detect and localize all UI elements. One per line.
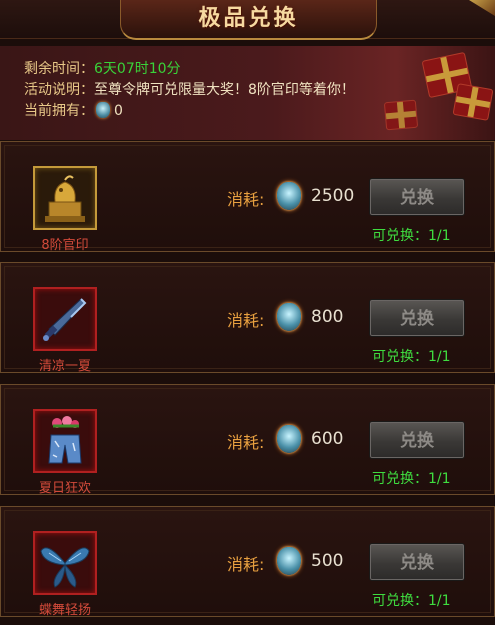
exchange-row: 夏日狂欢 消耗: 600 兑换 可兑换：1/1 xyxy=(0,384,495,496)
remaining-time-line: 剩余时间：6天07时10分 xyxy=(24,58,181,78)
consume-label: 消耗: xyxy=(227,555,265,574)
sword-icon xyxy=(33,287,97,351)
available-count: 可兑换：1/1 xyxy=(372,349,451,365)
description-label: 活动说明： xyxy=(24,82,94,98)
item-name: 清凉一夏 xyxy=(38,359,91,374)
available-count: 可兑换：1/1 xyxy=(372,471,451,487)
title-plate: 极品兑换 xyxy=(120,0,377,40)
owned-value: 0 xyxy=(114,103,123,119)
owned-label: 当前拥有： xyxy=(24,103,94,119)
exchange-button[interactable]: 兑换 xyxy=(369,178,465,216)
description-text: 至尊令牌可兑限量大奖！8阶官印等着你！ xyxy=(94,82,355,98)
exchange-button[interactable]: 兑换 xyxy=(369,543,465,581)
token-icon xyxy=(277,547,301,575)
gift-box-decoration xyxy=(452,83,494,121)
cost-value: 600 xyxy=(311,429,344,449)
token-icon xyxy=(277,303,301,331)
owned-line: 当前拥有： 0 xyxy=(24,100,123,120)
available-count: 可兑换：1/1 xyxy=(372,593,451,609)
cost-value: 800 xyxy=(311,307,344,327)
exchange-button[interactable]: 兑换 xyxy=(369,421,465,459)
exchange-row: 清凉一夏 消耗: 800 兑换 可兑换：1/1 xyxy=(0,262,495,374)
cost-value: 2500 xyxy=(311,186,355,206)
shorts-icon xyxy=(33,409,97,473)
wings-icon xyxy=(33,531,97,595)
consume-label: 消耗: xyxy=(227,433,265,452)
token-icon xyxy=(96,102,110,118)
token-icon xyxy=(277,182,301,210)
corner-ornament xyxy=(469,0,495,16)
exchange-button[interactable]: 兑换 xyxy=(369,299,465,337)
item-name: 夏日狂欢 xyxy=(38,481,91,496)
info-panel: 剩余时间：6天07时10分 活动说明：至尊令牌可兑限量大奖！8阶官印等着你！ 当… xyxy=(0,46,495,140)
exchange-row: 蝶舞轻扬 消耗: 500 兑换 可兑换：1/1 xyxy=(0,506,495,618)
item-name: 8阶官印 xyxy=(41,238,89,253)
consume-label: 消耗: xyxy=(227,311,265,330)
remaining-time-value: 6天07时10分 xyxy=(94,61,181,77)
remaining-time-label: 剩余时间： xyxy=(24,61,94,77)
item-name: 蝶舞轻扬 xyxy=(38,603,91,618)
available-count: 可兑换：1/1 xyxy=(372,228,451,244)
seal-icon xyxy=(33,166,97,230)
cost-value: 500 xyxy=(311,551,344,571)
page-title: 极品兑换 xyxy=(198,6,299,31)
gift-box-decoration xyxy=(383,99,419,131)
token-icon xyxy=(277,425,301,453)
description-line: 活动说明：至尊令牌可兑限量大奖！8阶官印等着你！ xyxy=(24,79,355,99)
consume-label: 消耗: xyxy=(227,190,265,209)
exchange-row: 8阶官印 消耗: 2500 兑换 可兑换：1/1 xyxy=(0,141,495,253)
header-bar: 极品兑换 xyxy=(0,0,495,40)
